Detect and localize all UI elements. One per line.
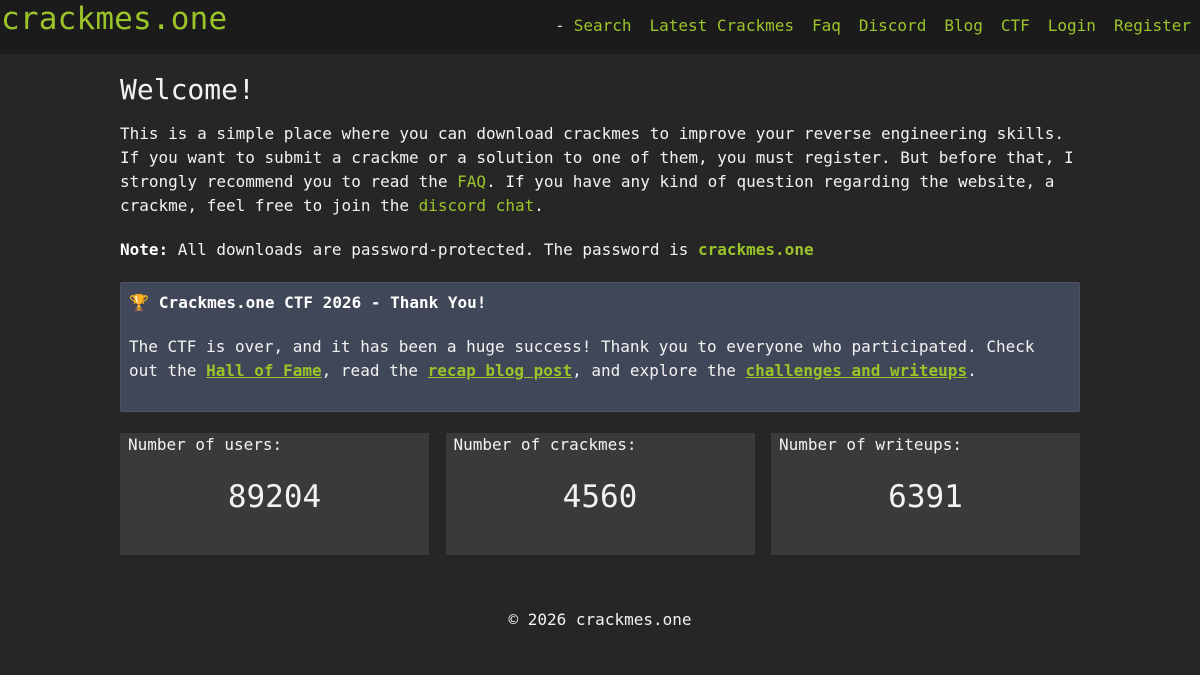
nav-discord[interactable]: Discord — [859, 15, 926, 37]
challenges-writeups-link[interactable]: challenges and writeups — [746, 361, 968, 380]
page-title: Welcome! — [120, 73, 255, 106]
nav-separator: - — [555, 16, 565, 35]
recap-blog-post-link[interactable]: recap blog post — [428, 361, 573, 380]
announcement-text-2: , read the — [321, 361, 428, 380]
hall-of-fame-link[interactable]: Hall of Fame — [206, 361, 322, 380]
announcement-text-4: . — [967, 361, 977, 380]
nav-faq[interactable]: Faq — [812, 15, 841, 37]
nav-blog[interactable]: Blog — [944, 15, 983, 37]
stat-label: Number of writeups: — [779, 435, 963, 454]
nav-login[interactable]: Login — [1048, 15, 1096, 37]
trophy-icon: 🏆 — [129, 293, 149, 312]
announcement-body: The CTF is over, and it has been a huge … — [129, 335, 1071, 383]
note-label: Note: — [120, 240, 169, 259]
stat-users: Number of users: 89204 — [120, 433, 429, 555]
faq-link[interactable]: FAQ — [457, 172, 486, 191]
nav-search[interactable]: Search — [574, 15, 632, 37]
password-value: crackmes.one — [697, 240, 814, 259]
note-text: All downloads are password-protected. Th… — [168, 240, 698, 259]
nav-ctf[interactable]: CTF — [1001, 15, 1030, 37]
password-note: Note: All downloads are password-protect… — [120, 238, 1080, 262]
stat-value: 4560 — [562, 479, 638, 515]
site-logo-link[interactable]: crackmes.one — [1, 0, 227, 38]
stat-crackmes: Number of crackmes: 4560 — [445, 433, 755, 555]
intro-text-3: . — [534, 196, 544, 215]
discord-chat-link[interactable]: discord chat — [419, 196, 535, 215]
announcement-text-3: , and explore the — [572, 361, 746, 380]
stat-writeups: Number of writeups: 6391 — [771, 433, 1080, 555]
stat-value: 6391 — [888, 479, 963, 515]
nav-latest-crackmes[interactable]: Latest Crackmes — [649, 15, 794, 37]
footer-copyright: © 2026 crackmes.one — [508, 610, 692, 629]
main-nav: - Search Latest Crackmes Faq Discord Blo… — [555, 15, 1191, 37]
intro-paragraph: This is a simple place where you can dow… — [120, 122, 1080, 218]
top-navbar: crackmes.one - Search Latest Crackmes Fa… — [0, 0, 1200, 54]
announcement-title-text: Crackmes.one CTF 2026 - Thank You! — [158, 293, 487, 312]
stat-label: Number of users: — [128, 435, 283, 454]
nav-register[interactable]: Register — [1114, 15, 1191, 37]
stat-value: 89204 — [227, 479, 322, 515]
stats-row: Number of users: 89204 Number of crackme… — [120, 433, 1080, 555]
ctf-announcement: 🏆 Crackmes.one CTF 2026 - Thank You! The… — [120, 282, 1080, 412]
stat-label: Number of crackmes: — [453, 435, 637, 454]
announcement-title: 🏆 Crackmes.one CTF 2026 - Thank You! — [129, 291, 1071, 315]
main-content: Welcome! This is a simple place where yo… — [120, 70, 1080, 555]
